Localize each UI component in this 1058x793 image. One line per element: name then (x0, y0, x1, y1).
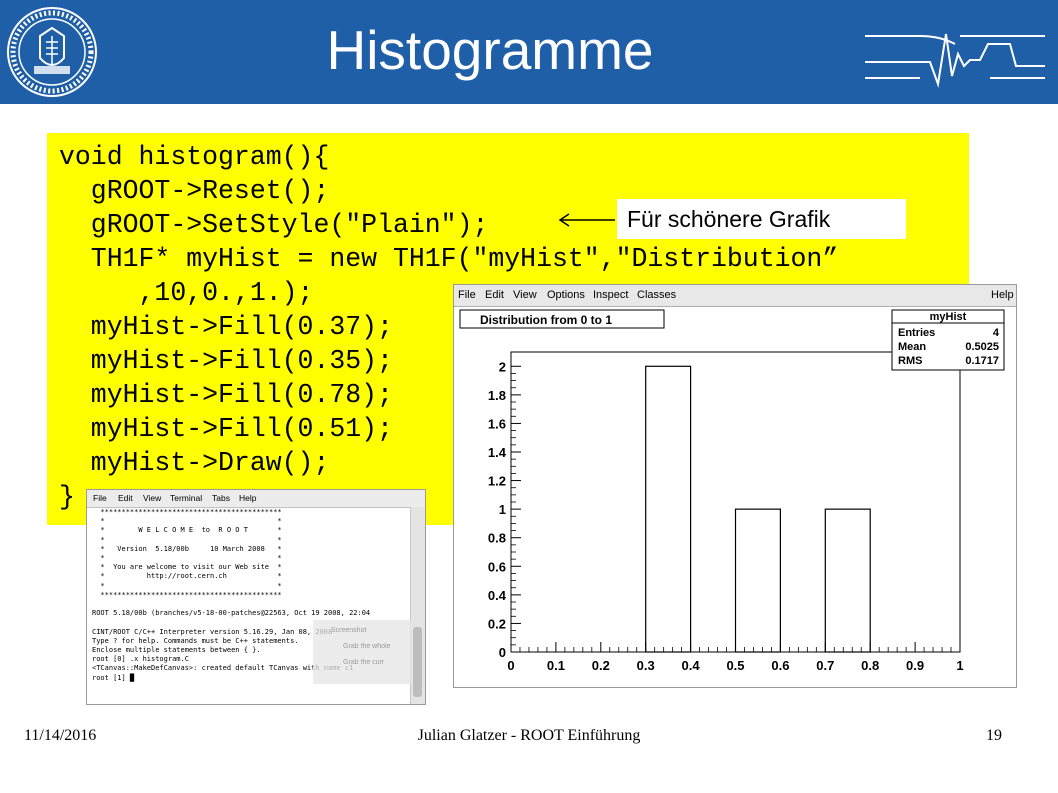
callout-box: Für schönere Grafik (617, 199, 906, 239)
terminal-line: root [0] .x histogram.C (92, 655, 189, 664)
x-tick-label: 0.1 (547, 658, 565, 673)
slide-title: Histogramme (326, 19, 654, 81)
code-line: TH1F* myHist = new TH1F("myHist","Distri… (59, 244, 839, 274)
y-tick-label: 1.2 (488, 474, 506, 489)
menu-edit[interactable]: Edit (118, 493, 133, 503)
footer-title: Julian Glatzer - ROOT Einführung (417, 727, 641, 744)
slide-header: Histogramme (0, 0, 1058, 104)
chart-title: Distribution from 0 to 1 (480, 313, 612, 327)
code-line: gROOT->SetStyle("Plain"); (59, 210, 489, 240)
histogram-bar (824, 508, 871, 653)
terminal-line: * * (100, 535, 282, 544)
menu-view[interactable]: View (143, 493, 161, 503)
stats-value: 0.5025 (965, 341, 999, 353)
y-tick-label: 1.6 (488, 416, 506, 431)
x-tick-label: 0 (507, 658, 514, 673)
callout-text: Für schönere Grafik (627, 206, 831, 232)
terminal-line: * http://root.cern.ch * (100, 572, 282, 581)
stats-label: Entries (898, 327, 935, 339)
x-tick-label: 0.6 (771, 658, 789, 673)
y-tick-label: 0.2 (488, 616, 506, 631)
code-line: myHist->Draw(); (59, 448, 330, 478)
terminal-line: root [1] █ (92, 673, 135, 682)
terminal-line: * Version 5.18/00b 10 March 2008 * (100, 544, 282, 553)
stats-value: 4 (993, 327, 1000, 339)
canvas-menubar: File Edit View Options Inspect Classes H… (454, 285, 1016, 307)
y-tick-label: 1.4 (488, 445, 507, 460)
histogram-bar (645, 365, 692, 653)
x-tick-labels: 0 0.1 0.2 0.3 0.4 0.5 0.6 0.7 0.8 0.9 1 (507, 642, 964, 673)
code-line: } (59, 482, 75, 512)
stats-title: myHist (930, 311, 967, 323)
terminal-line: Enclose multiple statements between { }. (92, 646, 261, 655)
y-tick-labels: 0 0.2 0.4 0.6 0.8 1 1.2 1.4 1.6 1.8 2 (488, 359, 521, 660)
menu-options[interactable]: Options (547, 289, 585, 302)
menu-file[interactable]: File (93, 493, 107, 503)
code-line: myHist->Fill(0.51); (59, 414, 393, 444)
screenshot-title: Screenshot (331, 627, 367, 634)
terminal-menubar: File Edit View Terminal Tabs Help (87, 490, 425, 508)
histogram-bar (734, 508, 782, 653)
screenshot-option: Grab the whole (343, 643, 391, 650)
menu-file[interactable]: File (458, 289, 476, 302)
x-tick-label: 1 (956, 658, 963, 673)
y-tick-label: 1 (499, 502, 506, 517)
terminal-window: File Edit View Terminal Tabs Help ******… (86, 489, 426, 705)
code-line: myHist->Fill(0.35); (59, 346, 393, 376)
x-tick-label: 0.9 (906, 658, 924, 673)
stats-box: myHist Entries 4 Mean 0.5025 RMS 0.1717 (891, 309, 1005, 371)
y-tick-label: 2 (499, 359, 506, 374)
menu-help[interactable]: Help (239, 493, 256, 503)
x-tick-label: 0.5 (726, 658, 744, 673)
code-line: gROOT->Reset(); (59, 176, 330, 206)
x-tick-label: 0.2 (592, 658, 610, 673)
code-line: myHist->Fill(0.37); (59, 312, 393, 342)
terminal-line: * * (100, 581, 282, 590)
terminal-line: CINT/ROOT C/C++ Interpreter version 5.16… (92, 627, 332, 636)
x-tick-label: 0.8 (861, 658, 879, 673)
stats-label: RMS (898, 355, 922, 367)
code-line: ,10,0.,1.); (59, 278, 314, 308)
terminal-line: ROOT 5.18/00b (branches/v5-18-00-patches… (92, 609, 371, 618)
stats-label: Mean (898, 341, 926, 353)
y-tick-label: 0.8 (488, 531, 506, 546)
y-tick-label: 0.6 (488, 559, 506, 574)
menu-classes[interactable]: Classes (637, 289, 676, 302)
x-tick-label: 0.3 (637, 658, 655, 673)
menu-inspect[interactable]: Inspect (593, 289, 628, 302)
screenshot-popup: Screenshot Grab the whole Grab the curr (313, 620, 413, 684)
scrollbar-thumb[interactable] (413, 627, 422, 697)
menu-view[interactable]: View (513, 289, 537, 302)
signal-pulse-icon (865, 33, 1045, 88)
y-tick-label: 0.4 (488, 588, 507, 603)
histogram-chart: Distribution from 0 to 1 0 0.2 0.4 0.6 0.8 1 1… (459, 309, 1005, 673)
y-tick-label: 0 (499, 645, 506, 660)
code-line: void histogram(){ (59, 142, 330, 172)
x-tick-label: 0.7 (816, 658, 834, 673)
terminal-line: ****************************************… (100, 508, 282, 516)
stats-value: 0.1717 (965, 355, 999, 367)
histogram-bars (645, 365, 871, 653)
terminal-line: * * (100, 517, 282, 526)
menu-help[interactable]: Help (991, 289, 1014, 302)
page-number: 19 (986, 727, 1002, 744)
terminal-line: ****************************************… (100, 590, 282, 599)
menu-tabs[interactable]: Tabs (212, 493, 230, 503)
terminal-line: * W E L C O M E to R O O T * (100, 526, 282, 535)
root-canvas-window: File Edit View Options Inspect Classes H… (453, 284, 1017, 688)
terminal-line: Type ? for help. Commands must be C++ st… (92, 636, 299, 645)
menu-terminal[interactable]: Terminal (170, 493, 202, 503)
y-tick-label: 1.8 (488, 388, 506, 403)
screenshot-option: Grab the curr (343, 659, 385, 666)
x-tick-label: 0.4 (682, 658, 701, 673)
code-line: myHist->Fill(0.78); (59, 380, 393, 410)
terminal-line: * You are welcome to visit our Web site … (100, 563, 282, 572)
menu-edit[interactable]: Edit (485, 289, 504, 302)
arrow-left-icon (558, 213, 615, 227)
terminal-line: * * (100, 554, 282, 563)
